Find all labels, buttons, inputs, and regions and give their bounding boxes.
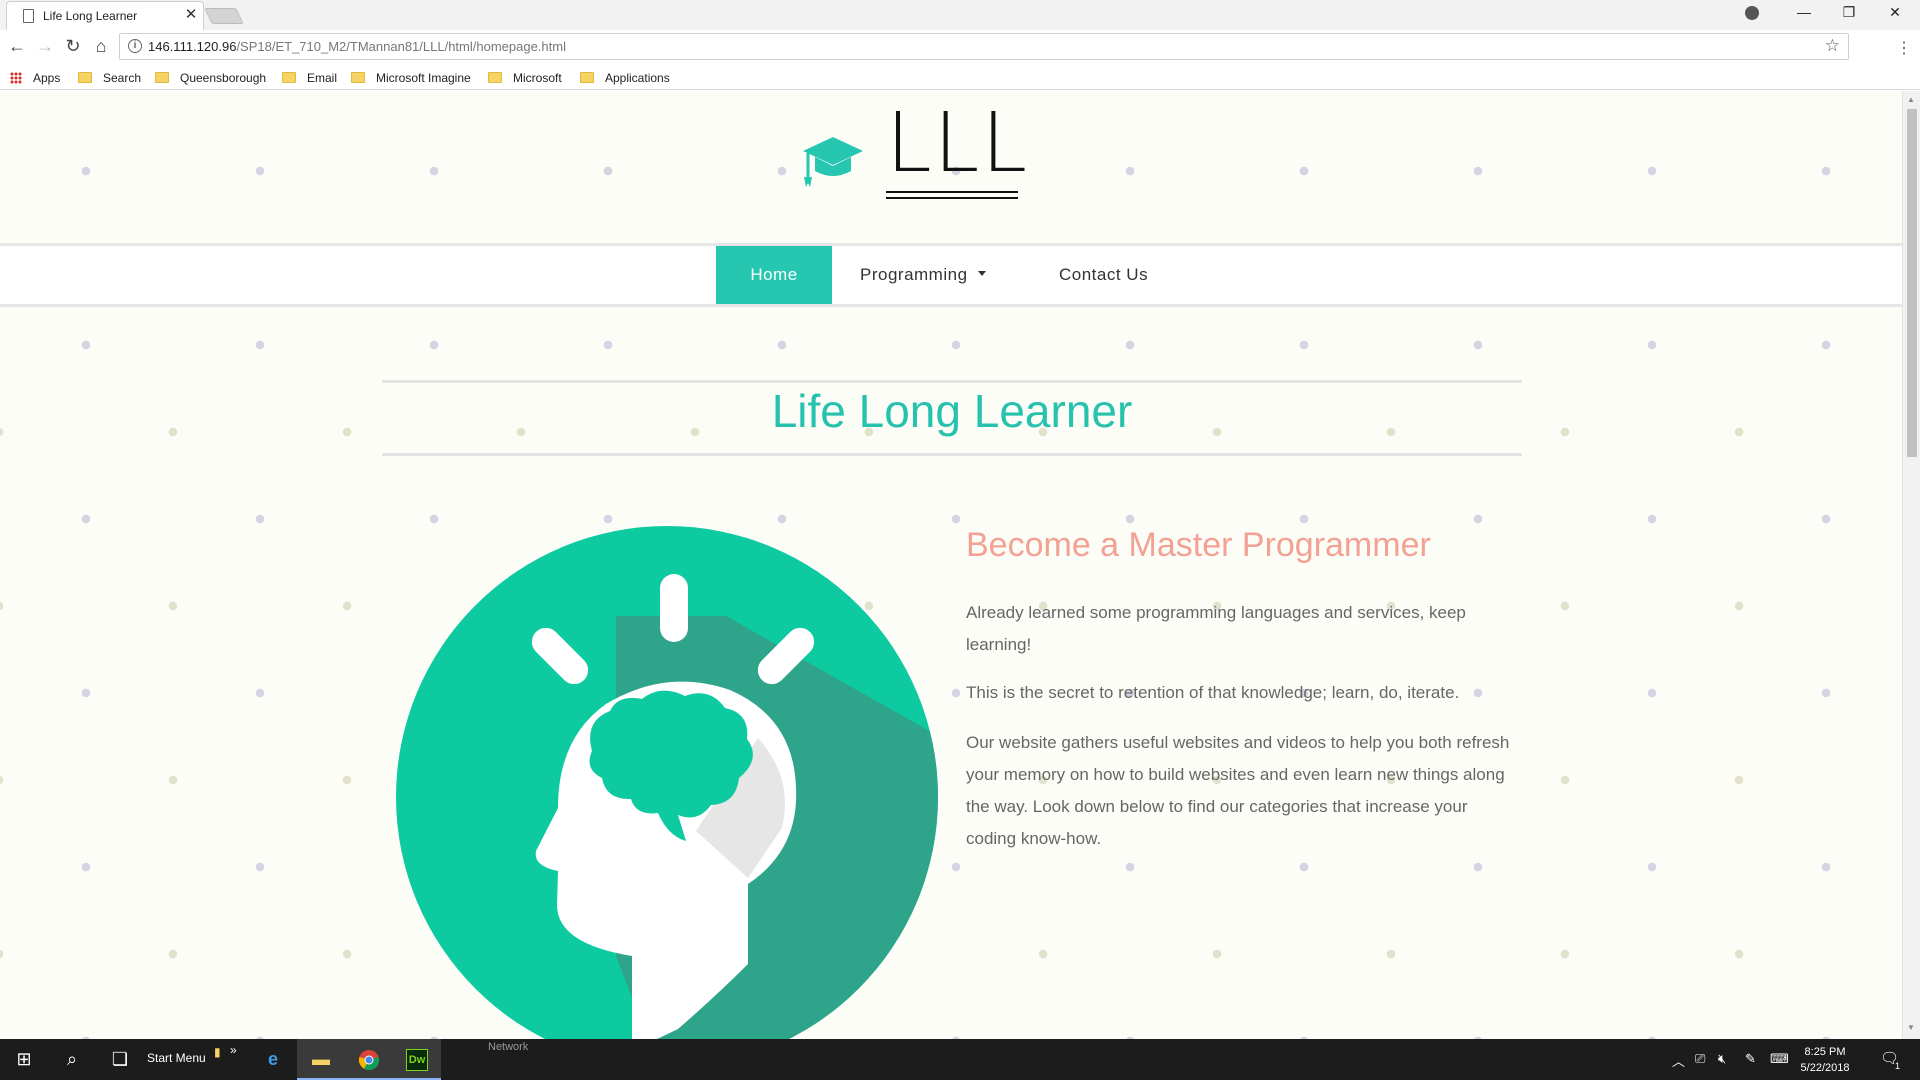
bookmark-search[interactable]: Search <box>78 69 141 87</box>
url-host: 146.111.120.96 <box>148 39 237 54</box>
bookmark-applications[interactable]: Applications <box>580 69 670 87</box>
bookmark-label: Queensborough <box>180 71 267 85</box>
nav-programming[interactable]: Programming <box>860 246 986 304</box>
profile-icon[interactable] <box>1745 6 1759 20</box>
chrome-icon[interactable] <box>345 1039 393 1080</box>
bookmark-label: Apps <box>33 71 61 85</box>
edge-icon[interactable]: e <box>249 1039 297 1080</box>
bookmark-label: Applications <box>605 71 670 85</box>
tab-close-icon[interactable]: ✕ <box>183 7 199 23</box>
tab-strip: Life Long Learner ✕ — ❐ ✕ <box>0 0 1920 30</box>
reload-icon[interactable]: ↻ <box>62 36 84 57</box>
main-nav: Home Programming Contact Us <box>0 243 1902 307</box>
network-icon[interactable]: ⎚ <box>1695 1051 1705 1067</box>
notification-count: 1 <box>1895 1061 1901 1071</box>
apps-grid-icon <box>10 71 22 84</box>
folder-icon <box>580 72 594 84</box>
site-logo[interactable]: LLL <box>886 98 1029 189</box>
folder-icon <box>78 72 92 84</box>
folder-icon <box>155 72 169 84</box>
website-description-paragraph: Our website gathers useful websites and … <box>966 733 1510 848</box>
nav-label: Home <box>750 265 798 284</box>
minimize-icon[interactable]: — <box>1792 4 1816 20</box>
graduation-cap-icon <box>803 137 863 187</box>
bookmark-label: Search <box>103 71 142 85</box>
url-text: 146.111.120.96/SP18/ET_710_M2/TMannan81/… <box>148 39 566 54</box>
start-menu-label[interactable]: Start Menu <box>147 1051 206 1065</box>
site-info-icon[interactable]: i <box>128 39 142 53</box>
file-explorer-icon[interactable]: ▬ <box>297 1039 345 1080</box>
bookmark-queensborough[interactable]: Queensborough <box>155 69 266 87</box>
show-hidden-icons-icon[interactable]: ︿ <box>1672 1051 1685 1070</box>
bookmark-star-icon[interactable]: ☆ <box>1825 36 1840 56</box>
folder-icon <box>282 72 296 84</box>
bookmark-email[interactable]: Email <box>282 69 337 87</box>
browser-tab[interactable]: Life Long Learner ✕ <box>6 1 204 30</box>
dreamweaver-icon[interactable]: Dw <box>393 1039 441 1080</box>
intro-paragraph: Already learned some programming languag… <box>966 603 1466 654</box>
search-icon[interactable]: ⌕ <box>48 1039 96 1080</box>
address-bar[interactable]: i 146.111.120.96/SP18/ET_710_M2/TMannan8… <box>119 33 1849 60</box>
page-title: Life Long Learner <box>771 385 1133 437</box>
windows-taskbar: ⊞ ⌕ ❏ Start Menu ▮ » e ▬ Dw Network ︿ ⎚ … <box>0 1039 1920 1080</box>
dropdown-caret-icon <box>977 271 986 277</box>
browser-toolbar: ← → ↻ ⌂ i 146.111.120.96/SP18/ET_710_M2/… <box>0 30 1920 65</box>
url-path: /SP18/ET_710_M2/TMannan81/LLL/html/homep… <box>236 39 566 54</box>
bookmark-label: Microsoft Imagine <box>376 71 471 85</box>
page-favicon-icon <box>23 9 34 23</box>
chrome-logo <box>358 1050 380 1071</box>
scroll-down-icon[interactable]: ▼ <box>1907 1023 1915 1032</box>
clock-time: 8:25 PM <box>1804 1046 1846 1058</box>
bookmark-label: Microsoft <box>513 71 562 85</box>
window-close-icon[interactable]: ✕ <box>1883 4 1907 21</box>
home-icon[interactable]: ⌂ <box>90 36 112 57</box>
dreamweaver-label: Dw <box>406 1049 428 1072</box>
page-viewport: LLL Home Programming Contact Us Life Lon… <box>0 91 1902 1039</box>
new-tab-button[interactable] <box>204 8 244 24</box>
scroll-thumb[interactable] <box>1907 109 1917 457</box>
volume-muted-icon[interactable]: 🔇︎ <box>1718 1051 1726 1067</box>
bookmark-label: Email <box>307 71 338 85</box>
section-subtitle: Become a Master Programmer <box>966 526 1431 564</box>
logo-underline <box>886 197 1018 199</box>
scroll-up-icon[interactable]: ▲ <box>1907 95 1915 104</box>
bookmark-apps[interactable]: Apps <box>10 69 60 87</box>
nav-label: Programming <box>860 265 968 284</box>
tab-title: Life Long Learner <box>43 9 138 23</box>
nav-home[interactable]: Home <box>716 246 832 304</box>
bookmarks-bar: Apps Search Queensborough Email Microsof… <box>0 65 1920 90</box>
forward-icon[interactable]: → <box>34 36 56 57</box>
browser-menu-icon[interactable]: ⋮ <box>1896 38 1912 58</box>
nav-contact[interactable]: Contact Us <box>1059 246 1148 304</box>
head-brain-idea-icon <box>396 526 938 1039</box>
bookmark-microsoft-imagine[interactable]: Microsoft Imagine <box>351 69 471 87</box>
toolbar-overflow-icon[interactable]: » <box>230 1043 237 1057</box>
heading-rule-top <box>382 380 1522 383</box>
folder-icon <box>351 72 365 84</box>
folder-icon[interactable]: ▮ <box>214 1045 221 1059</box>
keyboard-icon[interactable]: ⌨ <box>1770 1051 1789 1067</box>
nav-label: Contact Us <box>1059 265 1149 284</box>
windows-start-icon[interactable]: ⊞ <box>0 1039 48 1080</box>
retention-paragraph: This is the secret to retention of that … <box>966 683 1460 702</box>
pen-icon[interactable]: ✎ <box>1745 1051 1756 1067</box>
restore-icon[interactable]: ❐ <box>1837 4 1861 21</box>
back-icon[interactable]: ← <box>6 36 28 57</box>
clock-date: 5/22/2018 <box>1800 1062 1850 1074</box>
page-scrollbar[interactable]: ▲ ▼ <box>1902 91 1920 1039</box>
network-label: Network <box>488 1041 529 1053</box>
logo-underline <box>886 191 1018 193</box>
bookmark-microsoft[interactable]: Microsoft <box>488 69 562 87</box>
folder-icon <box>488 72 502 84</box>
task-view-icon[interactable]: ❏ <box>96 1039 144 1080</box>
heading-rule-bottom <box>382 453 1522 456</box>
dot-pattern-background <box>0 91 1902 1039</box>
system-clock[interactable]: 8:25 PM 5/22/2018 <box>1795 1044 1855 1076</box>
